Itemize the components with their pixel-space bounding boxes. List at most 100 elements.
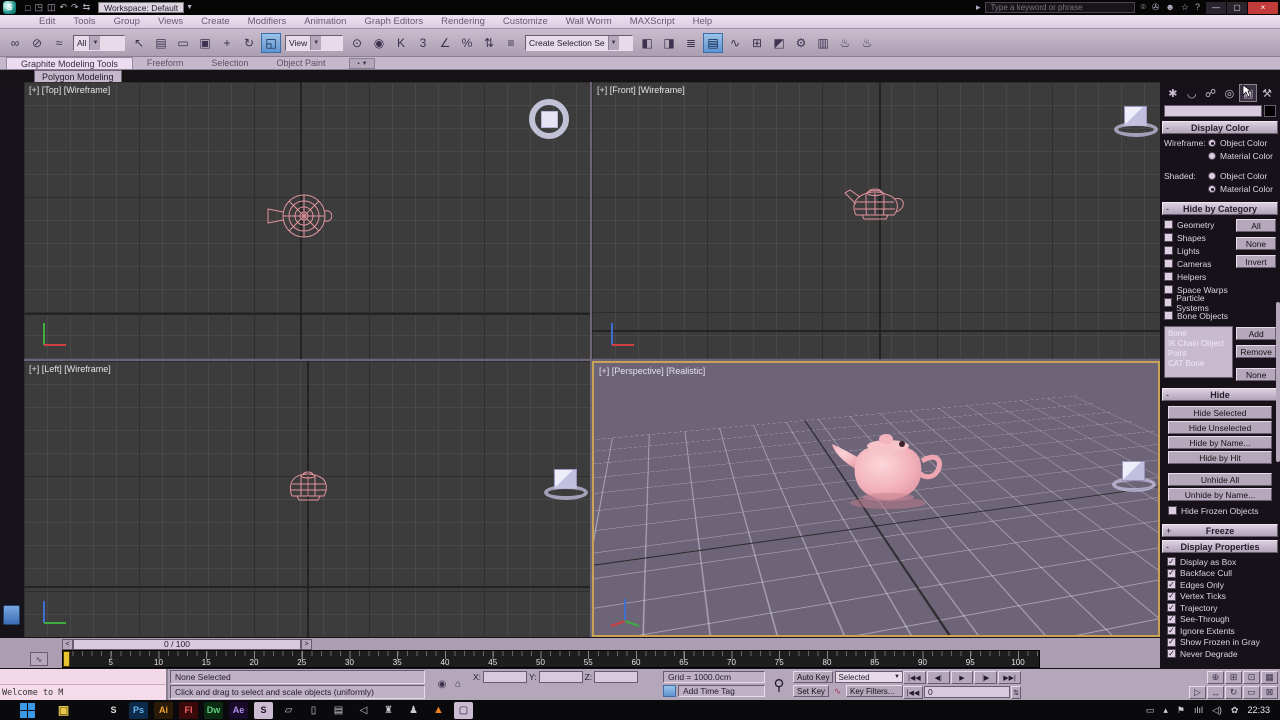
panel-scrollbar[interactable] <box>1276 302 1280 462</box>
frame-spinner[interactable]: ⇅ <box>1011 686 1021 699</box>
rect-selection-region-icon[interactable]: ▭ <box>173 33 193 53</box>
category-action-button[interactable]: All <box>1236 219 1276 232</box>
spinner-snap-icon[interactable]: ⇅ <box>479 33 499 53</box>
tray-flag-icon[interactable]: ⚑ <box>1177 705 1185 716</box>
menu-item[interactable]: Customize <box>494 16 557 27</box>
checkbox-icon[interactable] <box>1164 220 1173 229</box>
y-field[interactable] <box>538 671 583 683</box>
category-checkbox-row[interactable]: Lights <box>1164 244 1233 257</box>
percent-snap-icon[interactable]: % <box>457 33 477 53</box>
ribbon-tab-object-paint[interactable]: Object Paint <box>262 57 339 69</box>
taskbar-app-6[interactable]: ♟ <box>404 702 423 719</box>
window-crossing-icon[interactable]: ▣ <box>195 33 215 53</box>
keyboard-override-icon[interactable]: K <box>391 33 411 53</box>
rendered-frame-icon[interactable]: ▥ <box>813 33 833 53</box>
hide-header[interactable]: - Hide <box>1162 388 1278 401</box>
checkbox-checked-icon[interactable]: ✓ <box>1167 649 1176 659</box>
help-icon[interactable]: ? <box>1195 2 1200 13</box>
select-object-icon[interactable]: ↖ <box>129 33 149 53</box>
viewport-layout-tab-button[interactable] <box>3 605 20 625</box>
checkbox-icon[interactable] <box>1164 259 1173 268</box>
category-checkbox-row[interactable]: Bone Objects <box>1164 309 1233 322</box>
viewport-left-label[interactable]: [+] [Left] [Wireframe] <box>29 364 111 374</box>
viewport-perspective-label[interactable]: [+] [Perspective] [Realistic] <box>599 366 705 376</box>
radio-icon[interactable] <box>1208 152 1216 160</box>
angle-snap-icon[interactable]: ∠ <box>435 33 455 53</box>
next-frame-button[interactable]: |▶ <box>974 671 998 684</box>
render-production-icon[interactable]: ♨ <box>835 33 855 53</box>
named-selection-sets-dropdown[interactable]: Create Selection Se ▼ <box>525 34 633 51</box>
menu-item[interactable]: Edit <box>30 16 64 27</box>
zoom-extents-icon[interactable]: ⊡ <box>1243 671 1260 684</box>
checkbox-icon[interactable] <box>1164 272 1173 281</box>
trackbar-prev-button[interactable]: < <box>62 638 73 650</box>
scene-explorer-icon[interactable]: ▤ <box>703 32 723 53</box>
chevron-down-icon[interactable]: ▼ <box>607 35 619 50</box>
taskbar-3ds-max[interactable]: S <box>254 701 273 719</box>
category-checkbox-row[interactable]: Helpers <box>1164 270 1233 283</box>
taskbar-app-3[interactable]: ▤ <box>329 702 348 719</box>
app-logo-icon[interactable]: S <box>3 1 16 14</box>
category-checkbox-row[interactable]: Cameras <box>1164 257 1233 270</box>
taskbar-app-2[interactable]: ▯ <box>304 702 323 719</box>
display-property-row[interactable]: ✓ See-Through <box>1167 614 1276 626</box>
checkbox-icon[interactable] <box>1164 246 1173 255</box>
category-checkbox-row[interactable]: Geometry <box>1164 218 1233 231</box>
viewport-left[interactable]: [+] [Left] [Wireframe] <box>24 361 590 637</box>
zoom-region-icon[interactable]: ▭ <box>1243 686 1260 699</box>
checkbox-checked-icon[interactable]: ✓ <box>1167 626 1176 636</box>
viewcube-face[interactable] <box>540 110 558 128</box>
field-of-view-icon[interactable]: ▷ <box>1189 686 1206 699</box>
trackbar-range-field[interactable]: 0 / 100 <box>73 638 301 650</box>
timeline-ruler[interactable]: 5 10 15 20 25 30 35 40 45 50 55 60 65 70 75 80 85 90 95 100 <box>62 650 1040 668</box>
menu-item[interactable]: Graph Editors <box>355 16 432 27</box>
material-editor-icon[interactable]: ◩ <box>769 33 789 53</box>
display-color-header[interactable]: - Display Color <box>1162 121 1278 134</box>
taskbar-dreamweaver[interactable]: Dw <box>204 701 223 719</box>
menu-item[interactable]: Group <box>105 16 149 27</box>
menu-item[interactable]: Animation <box>295 16 355 27</box>
set-key-button[interactable]: Set Key <box>793 685 830 697</box>
zoom-all-icon[interactable]: ⊞ <box>1225 671 1242 684</box>
menu-item[interactable]: Create <box>192 16 239 27</box>
sign-in-icon[interactable]: ☻ <box>1165 2 1174 13</box>
display-property-row[interactable]: ✓ Vertex Ticks <box>1167 591 1276 603</box>
toolbar-overflow-icon[interactable]: ▸ <box>976 2 981 13</box>
minimize-button[interactable]: — <box>1206 1 1226 14</box>
wireframe-object-color-radio[interactable]: Object Color <box>1208 137 1276 149</box>
select-and-scale-icon[interactable]: ◱ <box>261 32 281 53</box>
communication-center-icon[interactable]: ✇ <box>1152 2 1160 13</box>
auto-key-button[interactable]: Auto Key <box>793 671 834 683</box>
freeze-header[interactable]: + Freeze <box>1162 524 1278 537</box>
close-button[interactable]: × <box>1248 1 1278 14</box>
viewcube-perspective-icon[interactable] <box>1122 461 1145 481</box>
select-and-link-icon[interactable]: ∞ <box>5 33 25 53</box>
time-slider[interactable] <box>63 651 70 667</box>
polygon-modeling-panel-tab[interactable]: Polygon Modeling <box>34 70 122 82</box>
workspace-dropdown-icon[interactable]: ▼ <box>186 4 193 11</box>
align-icon[interactable]: ◨ <box>659 33 679 53</box>
category-action-button[interactable]: None <box>1236 237 1276 250</box>
search-input[interactable]: Type a keyword or phrase <box>985 2 1136 13</box>
search-binoculars-icon[interactable]: ⌾ <box>1140 2 1145 13</box>
ribbon-tab-graphite[interactable]: Graphite Modeling Tools <box>6 57 133 69</box>
display-property-row[interactable]: ✓ Ignore Extents <box>1167 625 1276 637</box>
unlink-selection-icon[interactable]: ⊘ <box>27 33 47 53</box>
display-property-row[interactable]: ✓ Display as Box <box>1167 556 1276 568</box>
teapot-left-wireframe[interactable] <box>282 467 336 507</box>
pan-icon[interactable]: ↔ <box>1207 686 1224 699</box>
current-frame-field[interactable]: 0 <box>924 686 1010 698</box>
ribbon-tab-freeform[interactable]: Freeform <box>133 57 198 69</box>
checkbox-checked-icon[interactable]: ✓ <box>1167 591 1176 601</box>
checkbox-checked-icon[interactable]: ✓ <box>1167 557 1176 567</box>
select-and-manipulate-icon[interactable]: ◉ <box>369 33 389 53</box>
start-button[interactable] <box>14 702 40 718</box>
viewport-front[interactable]: [+] [Front] [Wireframe] <box>592 82 1160 359</box>
checkbox-icon[interactable] <box>1168 506 1177 515</box>
hide-action-button[interactable]: Hide by Name... <box>1168 436 1272 449</box>
key-step-button[interactable]: |◀◀ <box>903 686 923 699</box>
taskbar-vlc[interactable]: ▲ <box>429 702 448 719</box>
checkbox-checked-icon[interactable]: ✓ <box>1167 614 1176 624</box>
edit-named-sets-icon[interactable]: ≡ <box>501 33 521 53</box>
teapot-front-wireframe[interactable] <box>842 182 908 228</box>
